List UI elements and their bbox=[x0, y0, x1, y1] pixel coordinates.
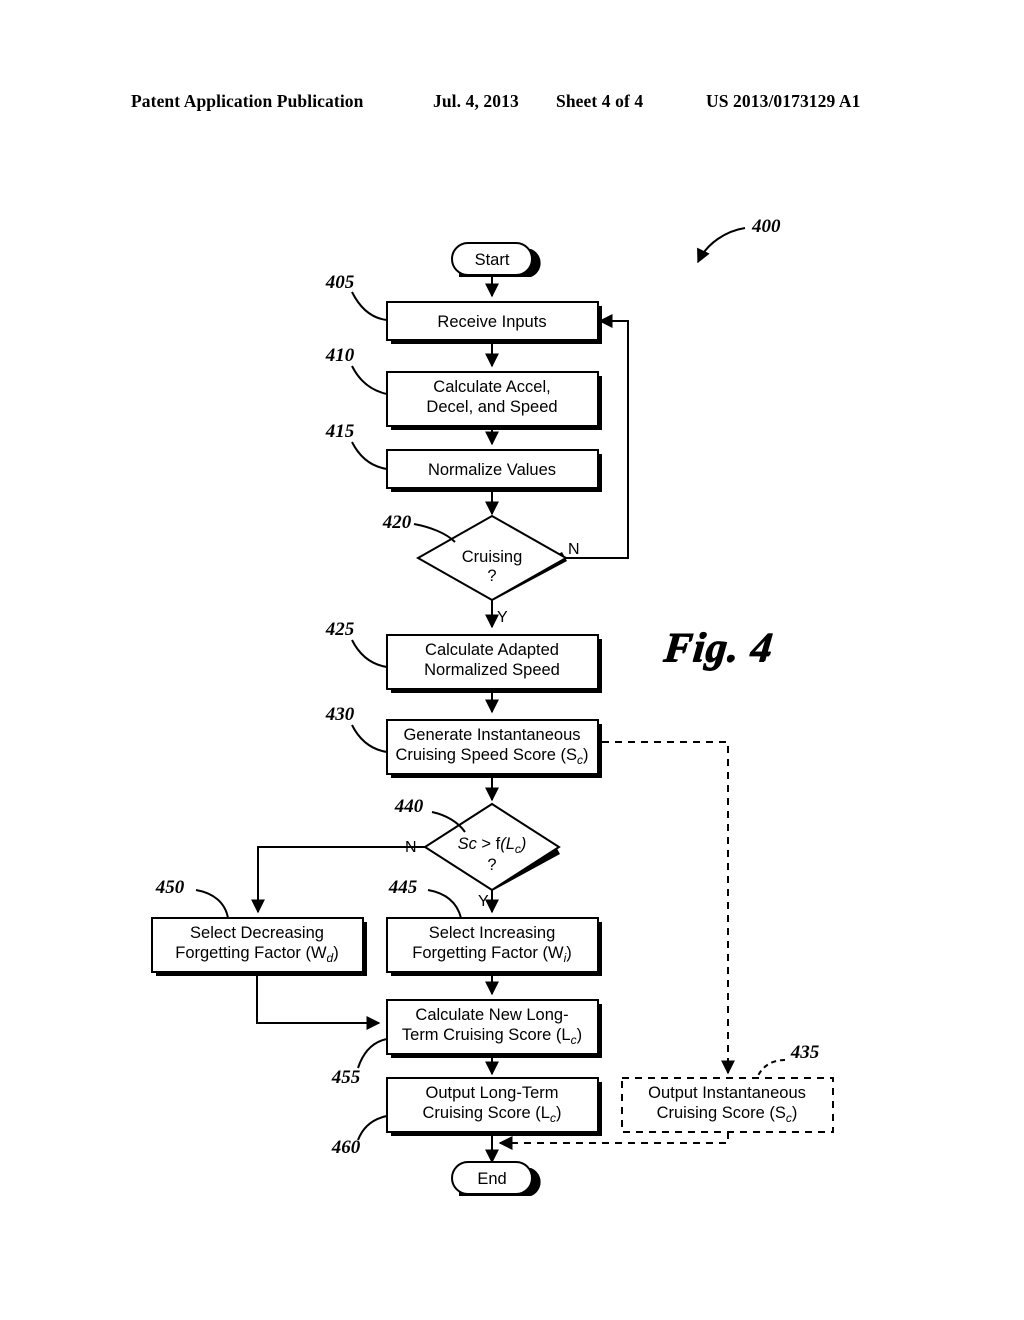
ref-420-label: 420 bbox=[382, 512, 412, 533]
ref-460-leader bbox=[357, 1115, 388, 1141]
node-435-label-line1: Output Instantaneous bbox=[648, 1084, 806, 1102]
ref-435-label: 435 bbox=[790, 1042, 820, 1063]
decision-420-yes-label: Y bbox=[497, 609, 508, 626]
figure-ref-400: 400 bbox=[697, 216, 781, 264]
node-445-label-line1: Select Increasing bbox=[429, 924, 556, 942]
node-460-label-line2: Cruising Score (Lc) bbox=[423, 1104, 562, 1125]
figure-ref-label: 400 bbox=[751, 216, 781, 237]
ref-leader-435: 435 bbox=[756, 1042, 820, 1079]
ref-460-label: 460 bbox=[331, 1137, 361, 1158]
node-445-line2-tail: ) bbox=[566, 944, 572, 962]
decision-440-yes-label: Y bbox=[478, 893, 489, 910]
node-430-line2-tail: ) bbox=[583, 746, 589, 764]
node-410-label-line2: Decel, and Speed bbox=[426, 398, 557, 416]
node-455-line2-tail: ) bbox=[577, 1026, 583, 1044]
ref-405-leader bbox=[351, 291, 388, 321]
terminator-end: End bbox=[451, 1161, 541, 1196]
decision-420-label-line2: ? bbox=[487, 567, 496, 585]
node-415-label: Normalize Values bbox=[428, 461, 556, 479]
decision-440-sc: Sc bbox=[458, 835, 478, 853]
edge-430-to-435-dashed bbox=[602, 741, 735, 1075]
ref-450-label: 450 bbox=[155, 877, 185, 898]
node-455-label-line1: Calculate New Long- bbox=[415, 1006, 568, 1024]
ref-420-leader bbox=[413, 523, 456, 543]
decision-cruising: Cruising ? bbox=[415, 514, 569, 602]
node-select-increasing-factor: Select Increasing Forgetting Factor (Wi) bbox=[386, 917, 602, 976]
flowchart-svg: 400 Start Receive Inputs 405 Calculate A… bbox=[151, 216, 834, 1196]
node-select-decreasing-factor: Select Decreasing Forgetting Factor (Wd) bbox=[151, 917, 367, 976]
start-label: Start bbox=[475, 251, 510, 269]
ref-430-leader bbox=[351, 724, 388, 753]
ref-410-leader bbox=[351, 365, 388, 395]
ref-455-label: 455 bbox=[331, 1067, 361, 1088]
ref-445-label: 445 bbox=[388, 877, 418, 898]
ref-leader-415: 415 bbox=[325, 421, 388, 470]
node-450-label-line1: Select Decreasing bbox=[190, 924, 324, 942]
decision-440-label-line2: ? bbox=[487, 856, 496, 874]
ref-leader-440: 440 bbox=[394, 796, 466, 833]
end-label: End bbox=[477, 1170, 506, 1188]
node-450-line2-main: Forgetting Factor (W bbox=[175, 944, 327, 962]
ref-430-label: 430 bbox=[325, 704, 355, 725]
node-460-line2-tail: ) bbox=[556, 1104, 562, 1122]
figure-ref-leader bbox=[697, 227, 746, 264]
ref-leader-445: 445 bbox=[388, 877, 462, 919]
node-435-line2-main: Cruising Score (S bbox=[657, 1104, 786, 1122]
patent-figure-page: Patent Application Publication Jul. 4, 2… bbox=[0, 0, 1024, 1320]
node-normalize-values: Normalize Values bbox=[386, 449, 602, 492]
node-430-label-line1: Generate Instantaneous bbox=[403, 726, 580, 744]
ref-leader-425: 425 bbox=[325, 619, 388, 668]
ref-leader-455: 455 bbox=[331, 1038, 388, 1088]
node-410-label-line1: Calculate Accel, bbox=[433, 378, 550, 396]
ref-415-leader bbox=[351, 441, 388, 470]
ref-415-label: 415 bbox=[325, 421, 355, 442]
ref-leader-405: 405 bbox=[325, 272, 388, 321]
ref-410-label: 410 bbox=[325, 345, 355, 366]
node-460-label-line1: Output Long-Term bbox=[426, 1084, 559, 1102]
node-405-label: Receive Inputs bbox=[437, 313, 546, 331]
node-430-label-line2: Cruising Speed Score (Sc) bbox=[395, 746, 588, 767]
decision-440-lc-close: ) bbox=[519, 835, 527, 853]
node-calculate-new-long-term-score: Calculate New Long- Term Cruising Score … bbox=[386, 999, 602, 1058]
node-455-line2-main: Term Cruising Score (L bbox=[402, 1026, 571, 1044]
ref-455-leader bbox=[357, 1038, 388, 1069]
ref-425-label: 425 bbox=[325, 619, 355, 640]
ref-450-leader bbox=[195, 889, 229, 919]
edge-420-no-feedback bbox=[566, 314, 629, 559]
terminator-start: Start bbox=[451, 242, 541, 277]
ref-leader-460: 460 bbox=[331, 1115, 388, 1158]
node-450-label-line2: Forgetting Factor (Wd) bbox=[175, 944, 338, 965]
ref-425-leader bbox=[351, 639, 388, 668]
ref-435-leader bbox=[756, 1059, 786, 1079]
node-435-line2-tail: ) bbox=[792, 1104, 798, 1122]
node-460-line2-main: Cruising Score (L bbox=[423, 1104, 550, 1122]
node-435-label-line2: Cruising Score (Sc) bbox=[657, 1104, 798, 1125]
node-455-label-line2: Term Cruising Score (Lc) bbox=[402, 1026, 582, 1047]
decision-420-no-label: N bbox=[568, 541, 580, 558]
node-generate-instantaneous-score: Generate Instantaneous Cruising Speed Sc… bbox=[386, 719, 602, 778]
node-output-instantaneous-score: Output Instantaneous Cruising Score (Sc) bbox=[621, 1077, 834, 1133]
decision-420-label-line1: Cruising bbox=[462, 548, 523, 566]
ref-leader-420: 420 bbox=[382, 512, 456, 543]
node-output-long-term-score: Output Long-Term Cruising Score (Lc) bbox=[386, 1077, 602, 1136]
ref-leader-410: 410 bbox=[325, 345, 388, 395]
node-450-line2-tail: ) bbox=[333, 944, 339, 962]
node-445-label-line2: Forgetting Factor (Wi) bbox=[412, 944, 571, 965]
node-445-line2-main: Forgetting Factor (W bbox=[412, 944, 564, 962]
node-430-line2-main: Cruising Speed Score (S bbox=[395, 746, 577, 764]
node-425-label-line2: Normalized Speed bbox=[424, 661, 560, 679]
ref-445-leader bbox=[427, 889, 462, 919]
node-receive-inputs: Receive Inputs bbox=[386, 301, 602, 344]
edge-450-to-455 bbox=[256, 976, 381, 1030]
ref-405-label: 405 bbox=[325, 272, 355, 293]
ref-leader-450: 450 bbox=[155, 877, 229, 919]
decision-440-gt: > f bbox=[477, 835, 501, 853]
node-425-label-line1: Calculate Adapted bbox=[425, 641, 559, 659]
node-calculate-adapted-speed: Calculate Adapted Normalized Speed bbox=[386, 634, 602, 693]
node-calculate-accel: Calculate Accel, Decel, and Speed bbox=[386, 371, 602, 430]
ref-440-label: 440 bbox=[394, 796, 424, 817]
decision-440-lc-open: (L bbox=[500, 835, 515, 853]
ref-leader-430: 430 bbox=[325, 704, 388, 753]
